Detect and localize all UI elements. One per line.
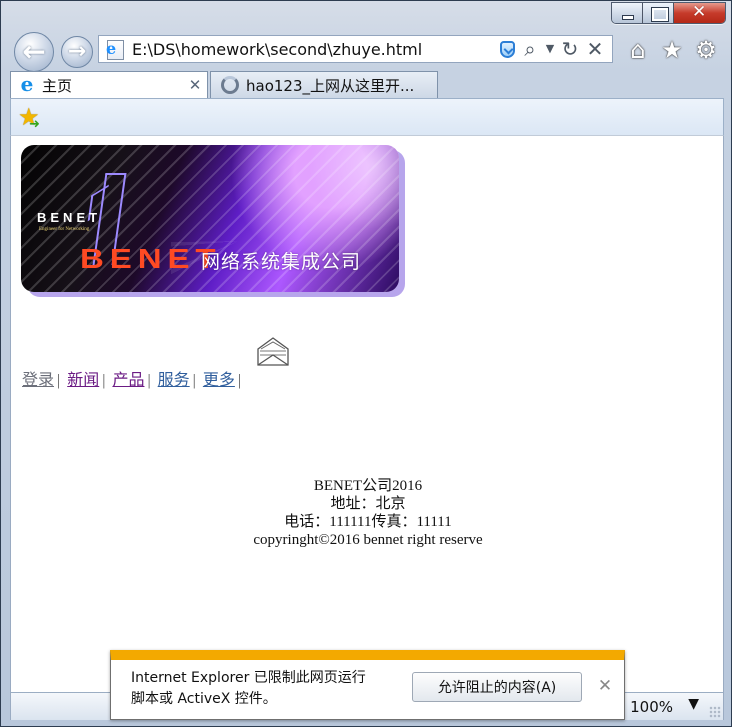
footer-contact-line: 电话：111111传真：11111 bbox=[284, 514, 452, 530]
close-notification-icon[interactable]: ✕ bbox=[595, 674, 615, 698]
search-icon[interactable]: ⌕ bbox=[519, 39, 541, 59]
zoom-dropdown-icon[interactable]: ▼ bbox=[688, 696, 699, 712]
shield-icon[interactable] bbox=[500, 40, 515, 58]
window-controls bbox=[611, 2, 726, 24]
banner-tagline: Engineer for Networking bbox=[39, 227, 90, 232]
nav-separator: | bbox=[147, 372, 151, 389]
footer-address-line: 地址：北京 bbox=[330, 496, 406, 512]
notification-message: Internet Explorer 已限制此网页运行 脚本或 ActiveX 控… bbox=[131, 668, 401, 710]
site-navigation: 登录 | 新闻 | 产品 | 服务 | 更多 | bbox=[22, 366, 244, 390]
loading-icon bbox=[221, 76, 239, 94]
zoom-level[interactable]: 100% bbox=[630, 698, 673, 716]
products-link[interactable]: 产品 bbox=[112, 372, 144, 389]
close-window-button[interactable] bbox=[674, 3, 725, 23]
login-link[interactable]: 登录 bbox=[22, 372, 54, 389]
close-tab-icon[interactable]: ✕ bbox=[186, 76, 204, 94]
resize-grip-icon[interactable] bbox=[709, 706, 721, 718]
address-text[interactable]: E:\DS\homework\second\zhuye.html bbox=[132, 40, 500, 59]
forward-arrow-icon: → bbox=[67, 39, 87, 64]
back-arrow-icon: ← bbox=[22, 35, 46, 68]
footer-copyright-line: copyringht©2016 bennet right reserve bbox=[253, 532, 483, 548]
internet-explorer-icon: e bbox=[20, 72, 34, 96]
browser-command-icons: ⌂ ★ ⚙ bbox=[627, 38, 717, 63]
allow-blocked-content-button[interactable]: 允许阻止的内容(A) bbox=[412, 672, 582, 702]
company-footer: BENET公司2016 地址：北京 电话：111111传真：11111 copy… bbox=[11, 477, 723, 549]
page-icon bbox=[102, 36, 128, 62]
news-link[interactable]: 新闻 bbox=[67, 372, 99, 389]
tab-strip: e 主页 ✕ hao123_上网从这里开... bbox=[1, 71, 731, 99]
nav-separator: | bbox=[237, 372, 242, 389]
add-to-favorites-icon[interactable]: ★ bbox=[18, 105, 42, 135]
maximize-button[interactable] bbox=[643, 3, 674, 23]
notification-line-two: 脚本或 ActiveX 控件。 bbox=[131, 691, 277, 707]
refresh-icon[interactable]: ↻ bbox=[559, 39, 581, 59]
mail-icon bbox=[257, 334, 289, 366]
notification-line-one: Internet Explorer 已限制此网页运行 bbox=[131, 670, 366, 686]
tab-hao123[interactable]: hao123_上网从这里开... bbox=[210, 71, 438, 98]
forward-button[interactable]: → bbox=[61, 36, 93, 68]
tab-homepage[interactable]: e 主页 ✕ bbox=[10, 71, 208, 98]
minimize-button[interactable] bbox=[612, 3, 643, 23]
browser-toolbar: ← → E:\DS\homework\second\zhuye.html ⌕ ▼… bbox=[1, 31, 731, 72]
tab-label: 主页 bbox=[42, 76, 73, 95]
stop-icon[interactable]: ✕ bbox=[585, 39, 605, 59]
favorites-bar: ★ bbox=[10, 98, 724, 136]
title-bar bbox=[1, 1, 731, 31]
services-link[interactable]: 服务 bbox=[158, 372, 190, 389]
favorites-icon[interactable]: ★ bbox=[661, 38, 683, 63]
more-link[interactable]: 更多 bbox=[203, 372, 235, 389]
gear-icon[interactable]: ⚙ bbox=[695, 38, 717, 63]
benet-banner: BENET Engineer for Networking BENET 网络系统… bbox=[21, 145, 399, 292]
browser-window: ← → E:\DS\homework\second\zhuye.html ⌕ ▼… bbox=[0, 0, 732, 727]
banner-company-name: 网络系统集成公司 bbox=[201, 251, 362, 273]
nav-separator: | bbox=[192, 372, 196, 389]
address-tools: ⌕ ▼ ↻ ✕ bbox=[500, 39, 605, 59]
nav-separator: | bbox=[102, 372, 106, 389]
tab-label: hao123_上网从这里开... bbox=[246, 76, 415, 95]
banner-small-logo: BENET bbox=[37, 210, 102, 225]
security-notification-bar: Internet Explorer 已限制此网页运行 脚本或 ActiveX 控… bbox=[110, 650, 625, 720]
address-dropdown-icon[interactable]: ▼ bbox=[545, 39, 555, 59]
web-page-content: BENET Engineer for Networking BENET 网络系统… bbox=[10, 136, 724, 692]
address-bar[interactable]: E:\DS\homework\second\zhuye.html ⌕ ▼ ↻ ✕ bbox=[98, 35, 613, 63]
back-button[interactable]: ← bbox=[14, 32, 54, 72]
home-icon[interactable]: ⌂ bbox=[627, 38, 649, 63]
footer-company-line: BENET公司2016 bbox=[313, 478, 423, 494]
nav-separator: | bbox=[57, 372, 61, 389]
